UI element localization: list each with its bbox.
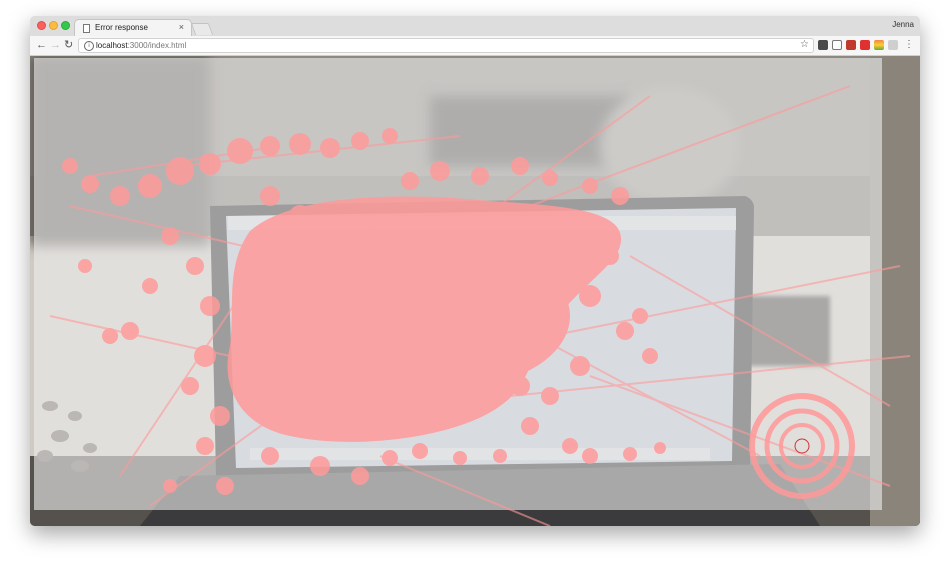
webcam-heatmap-view [30, 56, 920, 526]
tab-error-response[interactable]: Error response × [74, 19, 192, 36]
document-icon [83, 24, 90, 33]
forward-button[interactable]: → [50, 39, 61, 52]
evernote-icon[interactable] [818, 40, 828, 50]
new-tab-button[interactable] [190, 23, 214, 35]
extension-icon[interactable] [888, 40, 898, 50]
tab-close-icon[interactable]: × [179, 22, 184, 33]
back-button[interactable]: ← [36, 39, 47, 52]
tab-title: Error response [95, 23, 148, 32]
window-minimize-button[interactable] [49, 21, 58, 30]
menu-icon[interactable]: ⋮ [904, 39, 914, 51]
bookmark-icon[interactable] [832, 40, 842, 50]
browser-window: Error response × Jenna ← → ↻ i localhost… [30, 16, 920, 526]
address-bar[interactable]: i localhost:3000/index.html ☆ [78, 38, 814, 53]
bookmark-star-icon[interactable]: ☆ [800, 39, 809, 50]
url-text[interactable]: localhost:3000/index.html [96, 41, 186, 50]
reload-button[interactable]: ↻ [64, 39, 73, 52]
page-content [30, 56, 920, 526]
shield-icon[interactable] [846, 40, 856, 50]
info-icon[interactable]: i [84, 41, 94, 51]
window-maximize-button[interactable] [61, 21, 70, 30]
browser-toolbar: ← → ↻ i localhost:3000/index.html ☆ ⋮ [30, 36, 920, 56]
tab-bar: Error response × Jenna [30, 16, 920, 36]
window-close-button[interactable] [37, 21, 46, 30]
profile-name[interactable]: Jenna [892, 20, 914, 29]
color-icon[interactable] [874, 40, 884, 50]
pdf-icon[interactable] [860, 40, 870, 50]
